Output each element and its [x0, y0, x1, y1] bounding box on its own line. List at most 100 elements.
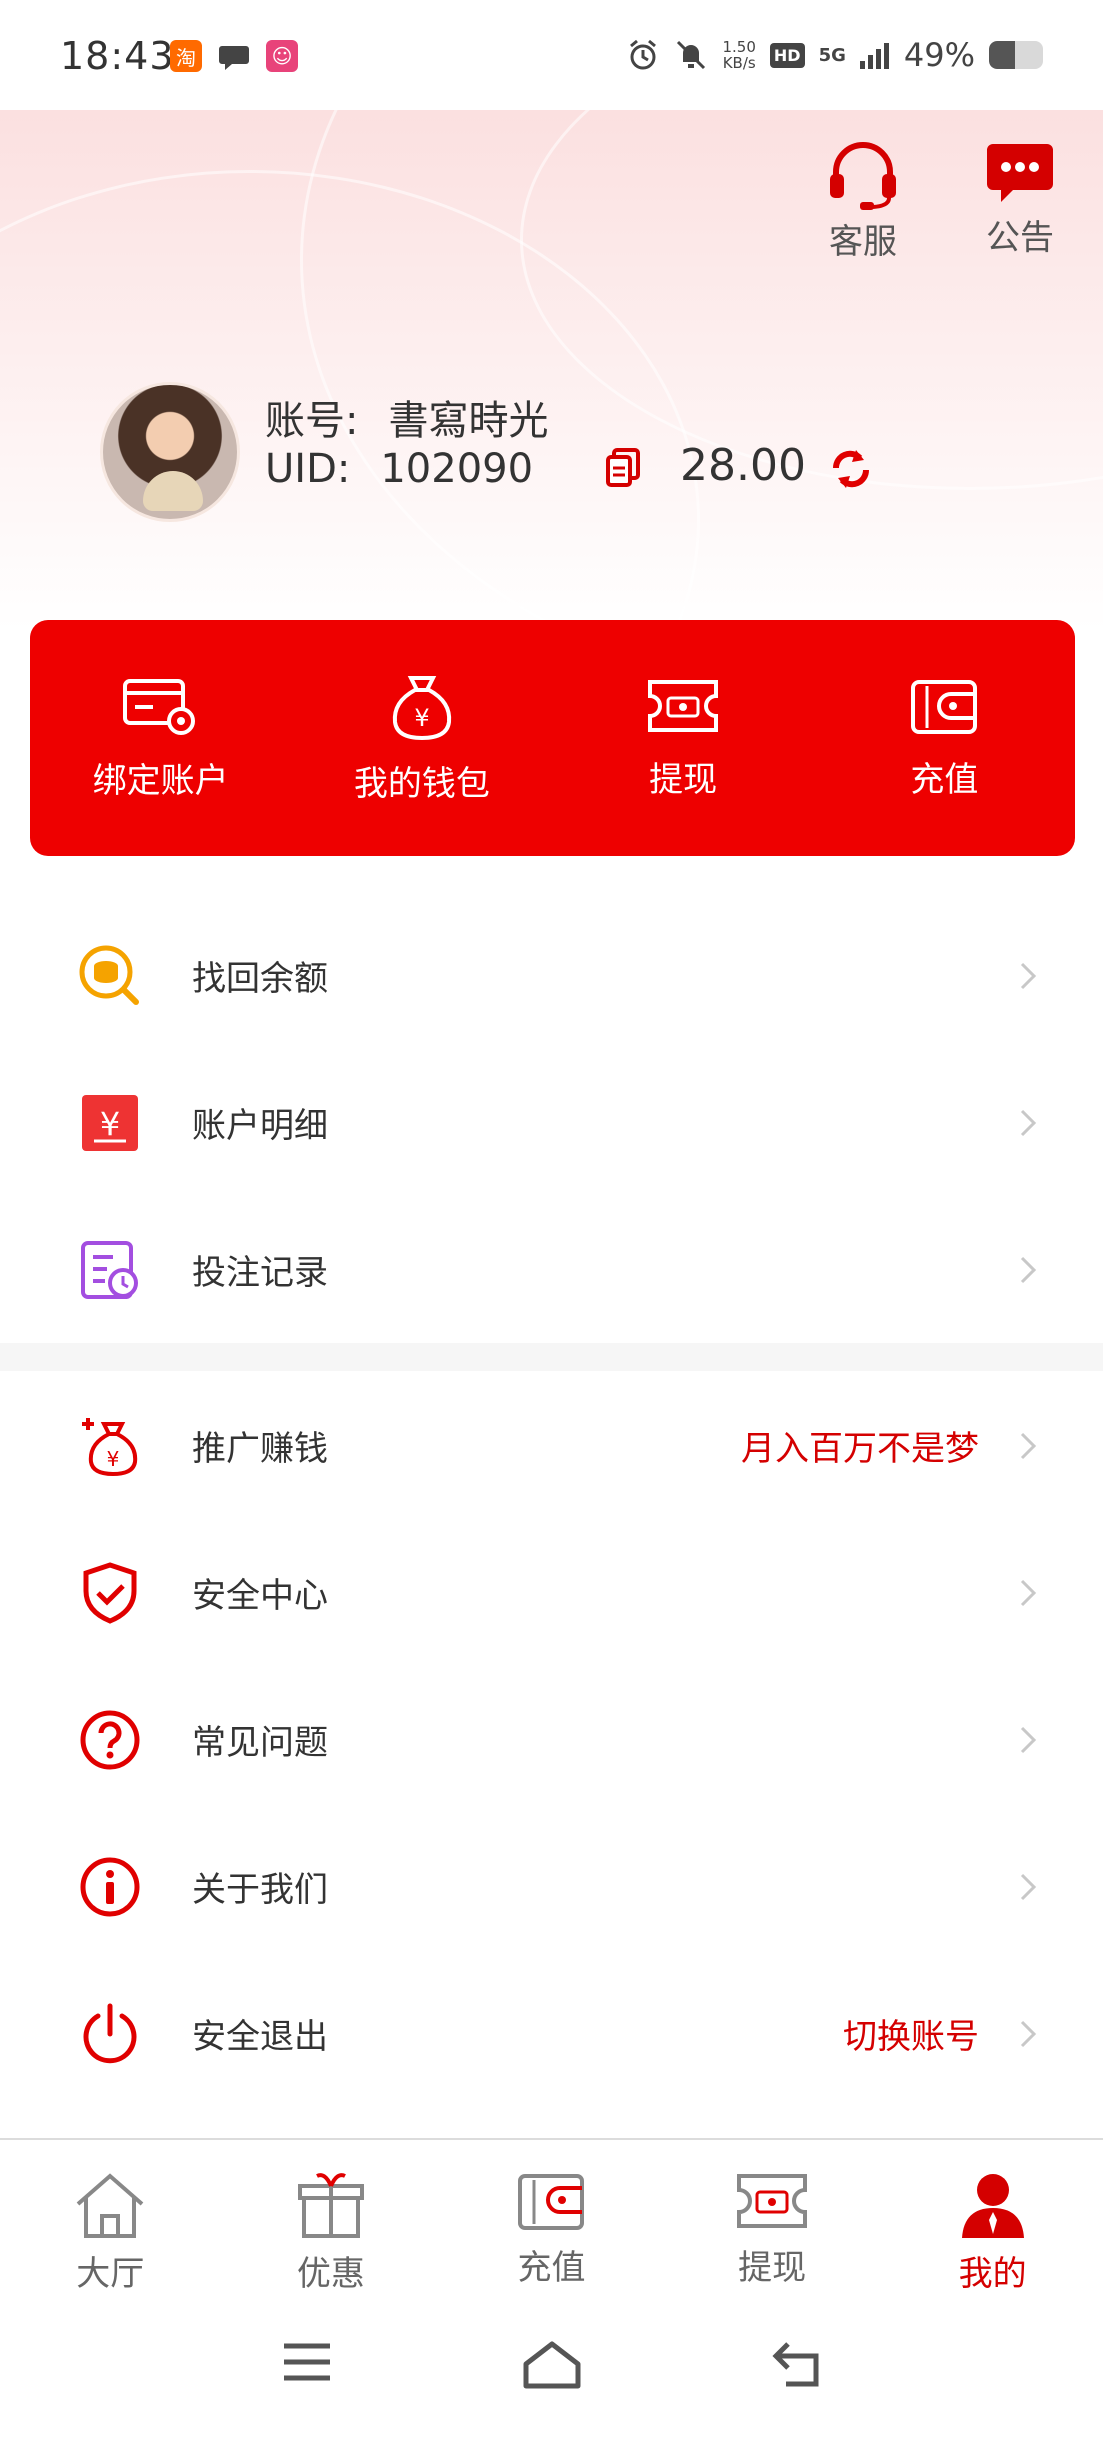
chevron-right-icon	[1020, 2020, 1037, 2047]
menu-item-recover-balance[interactable]: 找回余额	[0, 902, 1103, 1049]
bind-account-button[interactable]: 绑定账户	[30, 620, 291, 856]
tab-label: 提现	[738, 2248, 807, 2288]
mute-bell-icon	[677, 40, 706, 70]
menu-label: 安全退出	[192, 2017, 328, 2057]
chevron-right-icon	[1020, 1726, 1037, 1753]
alarm-icon	[630, 39, 657, 70]
switch-account-link[interactable]: 切换账号	[843, 2009, 979, 2058]
menu-item-faq[interactable]: 常见问题	[0, 1666, 1103, 1813]
wallet-icon	[518, 2174, 585, 2230]
quick-actions-card: 绑定账户 ¥ 我的钱包 提现 充值	[30, 620, 1075, 856]
menu-item-logout[interactable]: 安全退出 切换账号	[0, 1960, 1103, 2107]
menu-label: 找回余额	[192, 959, 328, 999]
recharge-button[interactable]: 充值	[814, 620, 1075, 856]
tab-recharge[interactable]: 充值	[441, 2140, 662, 2308]
chevron-right-icon	[1020, 1432, 1037, 1459]
status-bar: 18:43 淘 ☺ 1.50 KB/s HD 5G 49%	[0, 0, 1103, 110]
menu-item-bet-records[interactable]: 投注记录	[0, 1196, 1103, 1343]
power-icon	[83, 2003, 137, 2063]
notice-chat-icon	[987, 144, 1053, 202]
profile-header: 客服 公告 账号: 書寫時光 UID: 102090	[0, 110, 1103, 630]
shield-check-icon	[83, 1561, 137, 1624]
signal-bars-icon	[859, 43, 889, 69]
copy-icon[interactable]	[605, 448, 641, 488]
menu-label: 关于我们	[192, 1870, 328, 1910]
customer-service-button[interactable]: 客服	[808, 140, 918, 263]
menu-label: 常见问题	[192, 1723, 328, 1763]
notice-label: 公告	[986, 218, 1054, 258]
menu-label: 推广赚钱	[192, 1429, 328, 1469]
wallet-icon	[911, 679, 978, 734]
gift-icon	[297, 2173, 364, 2238]
svg-text:¥: ¥	[107, 1447, 120, 1471]
tab-label: 我的	[958, 2254, 1027, 2294]
account-key: 账号:	[265, 398, 359, 444]
withdraw-ticket-icon	[648, 679, 719, 732]
uid-value: 102090	[380, 446, 534, 492]
money-bag-icon: ¥	[392, 675, 451, 740]
my-wallet-button[interactable]: ¥ 我的钱包	[291, 620, 552, 856]
tab-label: 充值	[517, 2248, 586, 2288]
home-button-icon[interactable]	[522, 2340, 582, 2390]
tab-withdraw[interactable]: 提现	[662, 2140, 883, 2308]
question-circle-icon	[80, 1710, 140, 1769]
withdraw-label: 提现	[649, 759, 718, 800]
battery-level-fill	[989, 41, 1016, 69]
bottom-tab-bar: 大厅 优惠 充值 提现 我的	[0, 2138, 1103, 2308]
bind-card-gear-icon	[122, 678, 195, 735]
tab-label: 优惠	[296, 2254, 365, 2294]
tab-lobby[interactable]: 大厅	[0, 2140, 221, 2308]
net-speed-value: 1.50	[722, 38, 756, 56]
refresh-icon[interactable]	[828, 448, 874, 490]
ticket-icon	[737, 2174, 808, 2228]
signal-5g-label: 5G	[818, 44, 846, 66]
account-name: 書寫時光	[388, 398, 549, 444]
uid-key: UID:	[265, 446, 351, 492]
money-bag-plus-icon: ¥	[82, 1417, 138, 1476]
message-bubble-icon	[219, 46, 249, 70]
menu-label: 账户明细	[192, 1106, 328, 1146]
menu-label: 投注记录	[192, 1253, 328, 1293]
promotion-hint: 月入百万不是梦	[741, 1429, 979, 1469]
recharge-label: 充值	[910, 759, 979, 800]
withdraw-button[interactable]: 提现	[553, 620, 814, 856]
headset-icon	[830, 142, 896, 210]
chevron-right-icon	[1020, 1873, 1037, 1900]
svg-text:¥: ¥	[100, 1105, 120, 1143]
notice-button[interactable]: 公告	[965, 140, 1075, 259]
menu-icon[interactable]	[282, 2340, 332, 2384]
hd-icon: HD	[769, 42, 805, 68]
svg-text:¥: ¥	[414, 704, 429, 732]
menu-item-promotion[interactable]: ¥ 推广赚钱 月入百万不是梦	[0, 1372, 1103, 1519]
bind-account-label: 绑定账户	[92, 760, 229, 801]
menu-item-about-us[interactable]: 关于我们	[0, 1813, 1103, 1960]
tab-label: 大厅	[76, 2254, 145, 2294]
avatar[interactable]	[100, 382, 240, 522]
my-wallet-label: 我的钱包	[353, 763, 490, 804]
chevron-right-icon	[1020, 962, 1037, 989]
tab-mine[interactable]: 我的	[882, 2140, 1103, 2308]
net-speed-unit: KB/s	[722, 54, 756, 72]
home-icon	[76, 2173, 144, 2238]
system-nav-bar	[0, 2320, 1103, 2450]
menu-item-security-center[interactable]: 安全中心	[0, 1519, 1103, 1666]
bet-record-icon	[81, 1240, 138, 1299]
coin-search-icon	[79, 945, 139, 1005]
ledger-icon: ¥	[82, 1094, 138, 1151]
menu-label: 安全中心	[192, 1576, 328, 1616]
status-time: 18:43	[60, 34, 175, 78]
chevron-right-icon	[1020, 1109, 1037, 1136]
app-notification-icon: ☺	[266, 40, 298, 72]
user-icon	[961, 2174, 1024, 2238]
chevron-right-icon	[1020, 1579, 1037, 1606]
taobao-app-icon: 淘	[170, 40, 202, 72]
tab-promotions[interactable]: 优惠	[221, 2140, 442, 2308]
section-divider	[0, 1343, 1103, 1371]
back-icon[interactable]	[772, 2340, 824, 2390]
menu-item-account-details[interactable]: ¥ 账户明细	[0, 1049, 1103, 1196]
battery-icon	[989, 41, 1043, 69]
info-circle-icon	[80, 1857, 140, 1916]
balance-amount: 28.00	[680, 440, 806, 491]
menu-group-general: ¥ 推广赚钱 月入百万不是梦 安全中心 常见问题 关于我们 安全退出 切换账号	[0, 1372, 1103, 2107]
battery-percent: 49%	[903, 36, 975, 74]
